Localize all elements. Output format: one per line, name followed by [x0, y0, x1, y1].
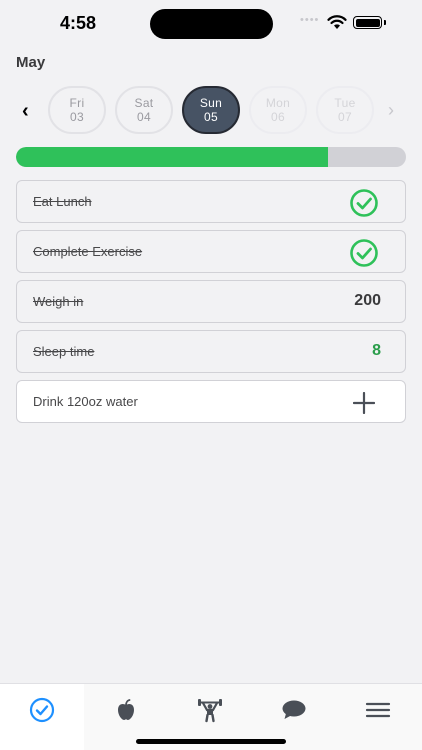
menu-icon — [365, 702, 391, 718]
weightlifter-icon — [198, 699, 222, 723]
tab-tasks[interactable] — [0, 684, 84, 750]
tab-menu[interactable] — [336, 684, 420, 750]
day-mon[interactable]: Mon 06 — [249, 86, 307, 134]
day-tue[interactable]: Tue 07 — [316, 86, 374, 134]
prev-day-button[interactable]: ‹ — [22, 100, 29, 123]
status-bar: 4:58 •••• — [0, 0, 422, 48]
check-icon[interactable] — [349, 239, 379, 267]
dynamic-island — [150, 9, 273, 39]
day-of-week: Fri — [69, 96, 85, 110]
day-sun[interactable]: Sun 05 — [182, 86, 240, 134]
day-date: 07 — [338, 110, 352, 124]
task-drink-water[interactable]: Drink 120oz water — [16, 380, 406, 423]
task-label: Drink 120oz water — [33, 394, 138, 409]
task-sleep-time[interactable]: Sleep time 8 — [16, 330, 406, 373]
next-day-button[interactable]: › — [388, 100, 394, 121]
day-fri[interactable]: Fri 03 — [48, 86, 106, 134]
check-icon[interactable] — [349, 189, 379, 217]
task-label: Sleep time — [33, 344, 95, 359]
day-date: 05 — [204, 110, 218, 124]
task-complete-exercise[interactable]: Complete Exercise — [16, 230, 406, 273]
task-label: Complete Exercise — [33, 244, 143, 259]
status-time: 4:58 — [60, 13, 97, 33]
day-of-week: Tue — [334, 96, 356, 110]
day-of-week: Mon — [265, 96, 291, 110]
day-date: 03 — [70, 110, 84, 124]
plus-icon[interactable] — [353, 392, 375, 414]
day-of-week: Sun — [199, 96, 223, 110]
checkmark-circle-icon — [29, 697, 55, 723]
task-eat-lunch[interactable]: Eat Lunch — [16, 180, 406, 223]
chat-bubble-icon — [282, 700, 306, 719]
day-of-week: Sat — [134, 96, 154, 110]
day-selector: ‹ Fri 03 Sat 04 Sun 05 Mon 06 Tue 07 › — [0, 86, 422, 136]
day-sat[interactable]: Sat 04 — [115, 86, 173, 134]
month-title: May — [16, 54, 46, 71]
task-weigh-in[interactable]: Weigh in 200 — [16, 280, 406, 323]
wifi-icon — [327, 15, 347, 29]
signal-icon: •••• — [300, 14, 320, 26]
weight-value[interactable]: 200 — [354, 292, 381, 310]
daily-progress-bar — [16, 147, 406, 167]
day-date: 04 — [137, 110, 151, 124]
progress-fill — [16, 147, 328, 167]
day-date: 06 — [271, 110, 285, 124]
task-label: Weigh in — [33, 294, 84, 309]
home-indicator — [136, 739, 286, 744]
battery-icon — [353, 16, 382, 29]
task-label: Eat Lunch — [33, 194, 92, 209]
sleep-value[interactable]: 8 — [372, 342, 381, 360]
apple-icon — [118, 699, 134, 720]
